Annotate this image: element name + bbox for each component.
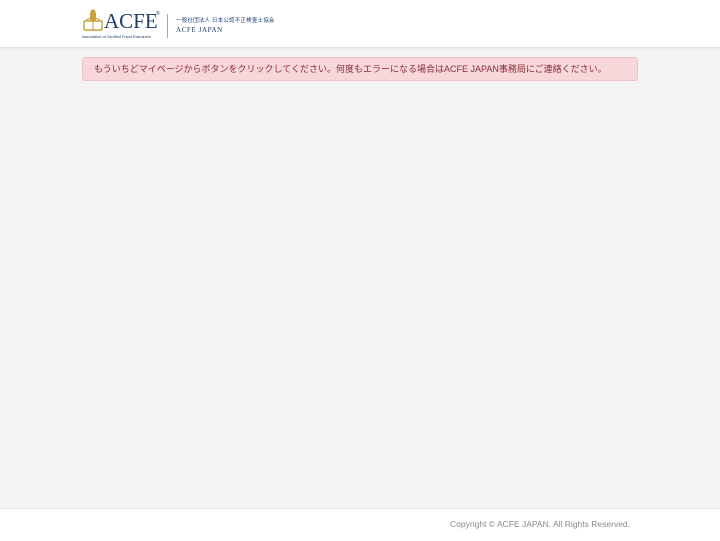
site-footer: Copyright © ACFE JAPAN. All Rights Reser… [0, 508, 720, 541]
error-alert-message: もういちどマイページからボタンをクリックしてください。何度もエラーになる場合はA… [94, 64, 607, 74]
acfe-japan-logo[interactable]: ACFE ® Association of Certified Fraud Ex… [82, 8, 275, 42]
logo-divider [167, 14, 168, 38]
copyright-text: Copyright © ACFE JAPAN. All Rights Reser… [450, 519, 630, 529]
acfe-emblem-icon [83, 9, 103, 31]
logo-tagline: Association of Certified Fraud Examiners [82, 35, 151, 39]
logo-org-name-en: ACFE JAPAN [176, 26, 223, 34]
site-header: ACFE ® Association of Certified Fraud Ex… [0, 0, 720, 48]
logo-org-name-jp: 一般社団法人 日本公認不正検査士協会 [176, 18, 275, 24]
registered-mark: ® [156, 11, 160, 17]
logo-wordmark: ACFE [104, 9, 158, 33]
error-alert: もういちどマイページからボタンをクリックしてください。何度もエラーになる場合はA… [82, 57, 638, 81]
